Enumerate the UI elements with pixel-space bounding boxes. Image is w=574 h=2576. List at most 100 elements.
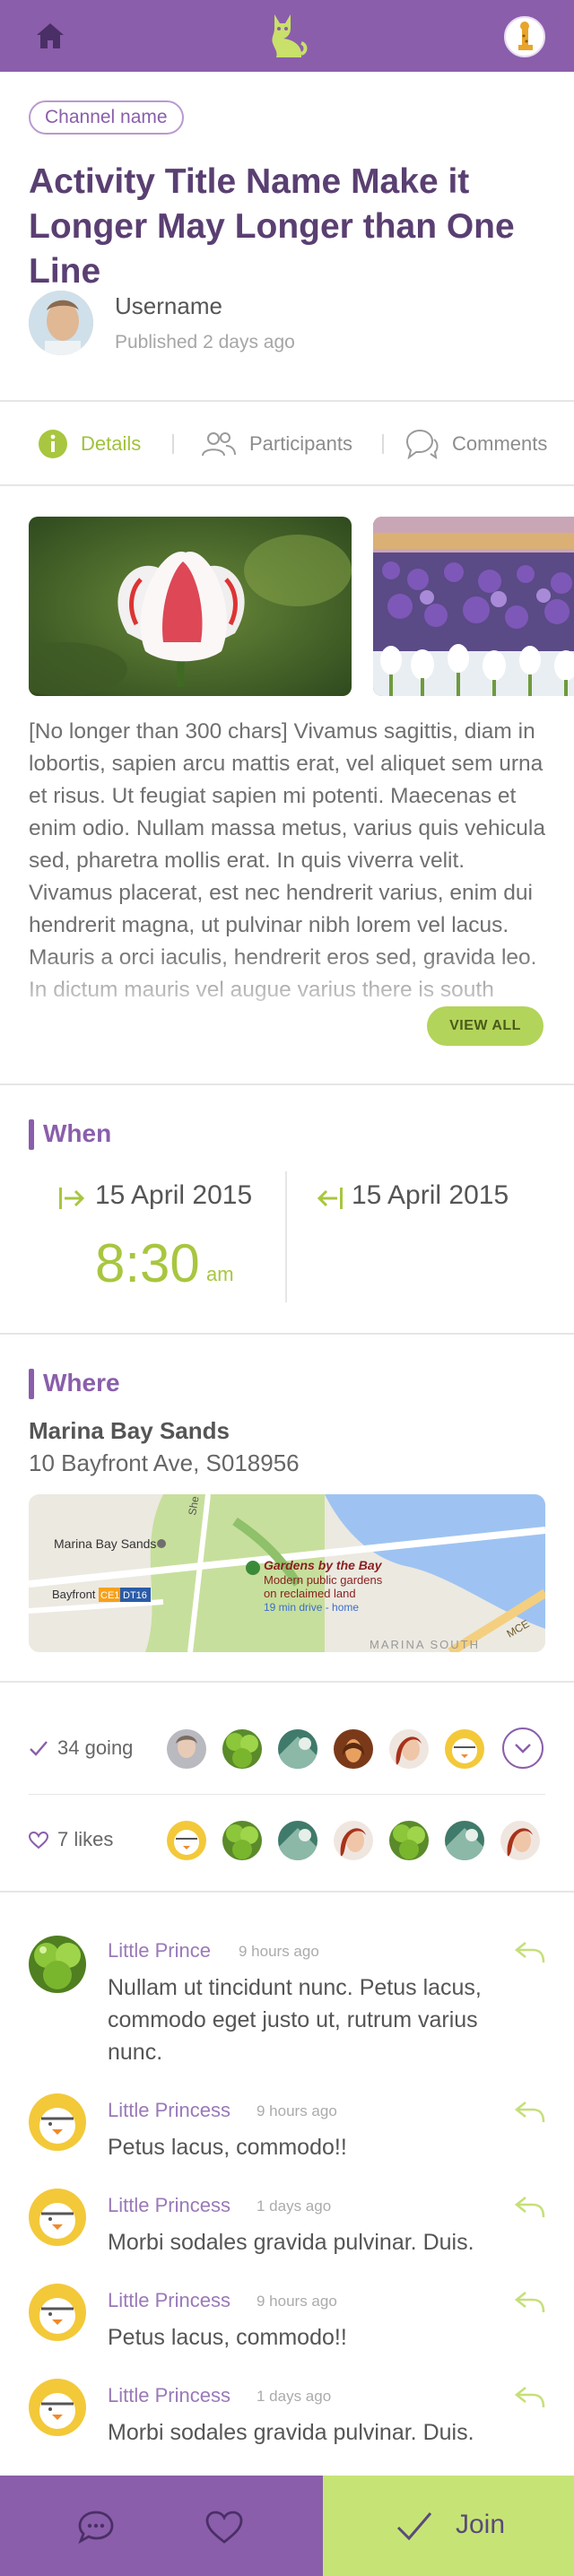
end-arrow-icon (317, 1188, 343, 1209)
comment-time: 9 hours ago (239, 1943, 319, 1960)
activity-title: Activity Title Name Make it Longer May L… (29, 162, 515, 291)
divider (29, 1794, 545, 1795)
view-all-button[interactable]: VIEW ALL (427, 1006, 544, 1046)
going-count[interactable]: 34 going (57, 1736, 133, 1760)
photo-tulip[interactable] (29, 517, 352, 696)
liker-avatar[interactable] (500, 1821, 540, 1860)
comment-avatar[interactable] (29, 1936, 86, 1993)
comment-text: Morbi sodales gravida pulvinar. Duis. (108, 2230, 474, 2255)
reply-icon[interactable] (513, 1939, 545, 1964)
map-poi-sub2: on reclaimed land (264, 1587, 356, 1600)
section-marker (29, 1369, 34, 1399)
info-icon (39, 430, 67, 458)
people-icon (202, 432, 236, 457)
comment-time: 1 days ago (257, 2388, 332, 2405)
liker-avatar[interactable] (445, 1821, 484, 1860)
tab-participants[interactable]: Participants (201, 404, 352, 484)
tab-comments-label: Comments (452, 432, 548, 455)
start-arrow-icon (59, 1188, 85, 1209)
giraffe-avatar-icon[interactable] (504, 16, 545, 57)
reply-icon[interactable] (513, 2194, 545, 2219)
divider (0, 1333, 574, 1335)
venue-name: Marina Bay Sands (29, 1417, 230, 1444)
comment-author[interactable]: Little Prince (108, 1939, 211, 1962)
map-label-bayfront: Bayfront (52, 1588, 96, 1601)
top-bar (0, 0, 574, 72)
map-poi-dist: 19 min drive - home (264, 1601, 359, 1614)
liker-avatar[interactable] (389, 1821, 429, 1860)
heart-icon[interactable] (204, 2510, 244, 2546)
home-icon[interactable] (34, 20, 66, 52)
tab-comments[interactable]: Comments (404, 404, 547, 484)
join-label[interactable]: Join (456, 2510, 505, 2540)
map-poi-title: Gardens by the Bay (264, 1558, 383, 1572)
join-check-icon (396, 2512, 432, 2541)
divider (0, 400, 574, 402)
participant-avatar[interactable] (389, 1729, 429, 1769)
comment-time: 9 hours ago (257, 2102, 337, 2119)
bottom-bar-actions (0, 2476, 323, 2576)
comment-avatar[interactable] (29, 2189, 86, 2246)
chat-bubbles-icon (405, 429, 439, 459)
end-date: 15 April 2015 (352, 1180, 509, 1210)
published-date: Published 2 days ago (115, 332, 295, 352)
liker-avatar[interactable] (334, 1821, 373, 1860)
divider (0, 1681, 574, 1683)
reply-icon[interactable] (513, 2384, 545, 2409)
liker-avatar[interactable] (278, 1821, 317, 1860)
tab-separator (382, 434, 384, 454)
comment-time: 1 days ago (257, 2197, 332, 2215)
comment-author[interactable]: Little Princess (108, 2384, 230, 2407)
when-heading: When (43, 1119, 112, 1147)
map-badge-ce1: CE1 (100, 1590, 119, 1601)
reply-icon[interactable] (513, 2099, 545, 2124)
map-poi-sub1: Modern public gardens (264, 1573, 383, 1587)
author-avatar[interactable] (29, 291, 93, 355)
map-label-south: MARINA SOUTH (370, 1638, 480, 1651)
divider (0, 484, 574, 486)
vertical-divider (285, 1171, 287, 1302)
comment-avatar[interactable] (29, 2284, 86, 2341)
author-name[interactable]: Username (115, 292, 222, 320)
tab-details[interactable]: Details (38, 404, 141, 484)
tab-separator (172, 434, 174, 454)
location-map[interactable]: Marina Bay Sands Bayfront CE1 DT16 Garde… (29, 1494, 545, 1652)
heart-outline-icon (29, 1832, 48, 1849)
map-label-marina: Marina Bay Sands (54, 1536, 156, 1551)
participant-avatar[interactable] (278, 1729, 317, 1769)
participant-avatar[interactable] (222, 1729, 262, 1769)
where-heading: Where (43, 1369, 120, 1397)
map-badge-dt16: DT16 (123, 1590, 147, 1601)
channel-tag[interactable]: Channel name (29, 100, 184, 135)
comment-text: Petus lacus, commodo!! (108, 2325, 347, 2350)
likes-count[interactable]: 7 likes (57, 1828, 113, 1851)
start-time: 8:30 (95, 1233, 200, 1293)
divider (0, 1891, 574, 1893)
reply-icon[interactable] (513, 2289, 545, 2314)
liker-avatar[interactable] (222, 1821, 262, 1860)
participant-avatar[interactable] (334, 1729, 373, 1769)
liker-avatar[interactable] (167, 1821, 206, 1860)
comment-text: Nullam ut tincidunt nunc. Petus lacus, c… (108, 1975, 482, 2065)
tab-participants-label: Participants (249, 432, 352, 455)
time-period: am (206, 1263, 234, 1285)
check-icon (30, 1741, 48, 1756)
comment-avatar[interactable] (29, 2379, 86, 2436)
cat-logo-icon (272, 14, 308, 57)
venue-address: 10 Bayfront Ave, S018956 (29, 1449, 300, 1476)
chevron-down-icon (515, 1744, 531, 1754)
comment-author[interactable]: Little Princess (108, 2194, 230, 2217)
more-participants-button[interactable] (502, 1727, 544, 1769)
comment-avatar[interactable] (29, 2093, 86, 2151)
chat-icon[interactable] (77, 2510, 115, 2544)
participant-avatar[interactable] (167, 1729, 206, 1769)
join-button[interactable] (323, 2476, 574, 2576)
photo-flower-field[interactable] (373, 517, 574, 696)
comment-author[interactable]: Little Princess (108, 2099, 230, 2122)
tab-details-label: Details (81, 432, 142, 455)
divider (0, 1083, 574, 1085)
participant-avatar[interactable] (445, 1729, 484, 1769)
comment-author[interactable]: Little Princess (108, 2289, 230, 2312)
tab-bar: Details Participants Comments (0, 404, 574, 484)
comment-text: Petus lacus, commodo!! (108, 2135, 347, 2160)
